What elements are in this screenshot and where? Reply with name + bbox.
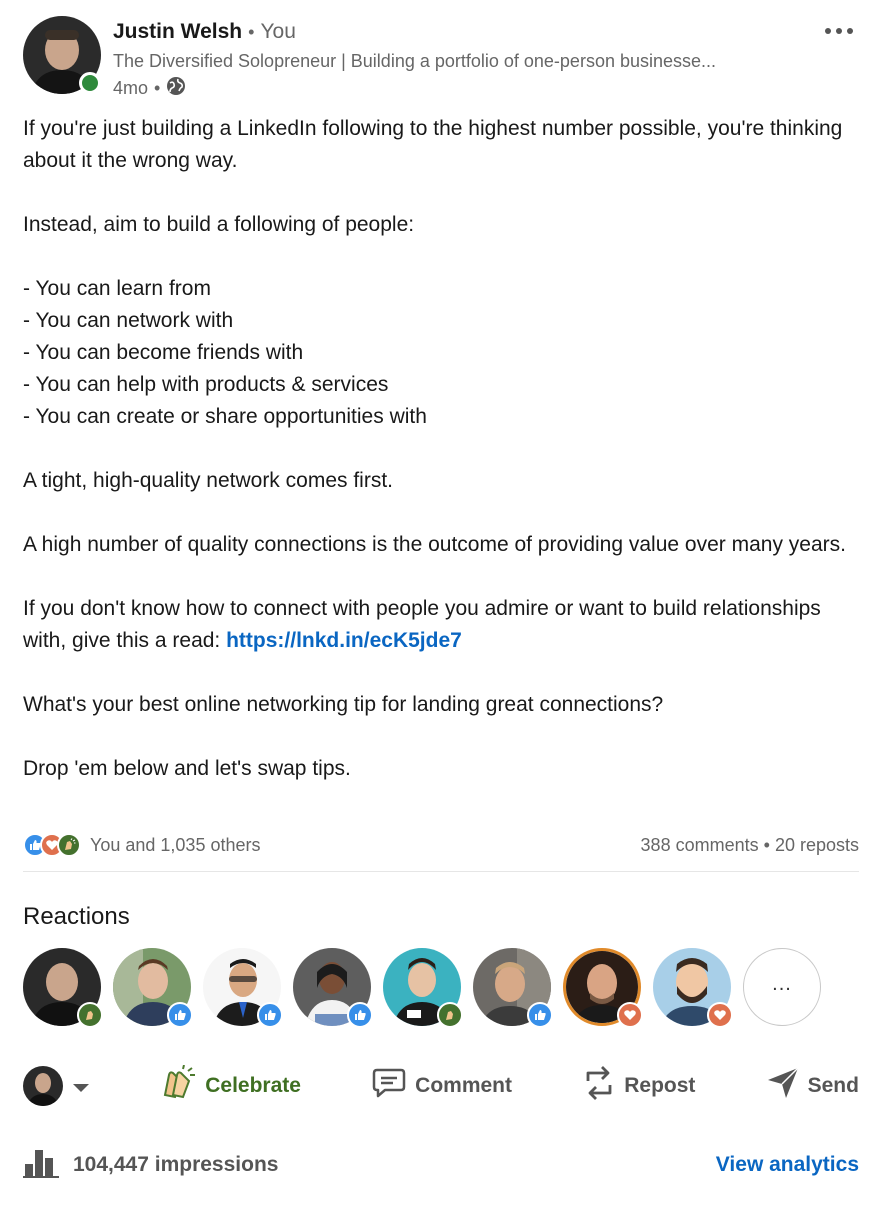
reactions-count: You and 1,035 others [90,834,261,855]
globe-icon [166,76,186,101]
social-counts: You and 1,035 others 388 comments • 20 r… [23,830,859,860]
author-headline: The Diversified Solopreneur | Building a… [113,51,717,71]
like-icon [257,1002,283,1028]
impressions[interactable]: 104,447 impressions [23,1146,278,1184]
celebrate-icon [57,833,81,857]
reactor-avatar[interactable] [293,948,373,1028]
reactor-avatar[interactable] [23,948,103,1028]
repost-label: Repost [624,1074,696,1097]
view-analytics-link[interactable]: View analytics [716,1153,859,1177]
reactions-title: Reactions [23,903,130,930]
analytics-bar-icon [23,1146,59,1184]
like-icon [527,1002,553,1028]
celebrate-label: Celebrate [205,1074,301,1097]
actor-selector[interactable] [23,1066,89,1106]
reposts-count[interactable]: 20 reposts [775,835,859,855]
send-icon [766,1066,800,1106]
love-icon [617,1002,643,1028]
online-status-icon [79,72,101,94]
celebrate-icon [437,1002,463,1028]
post-meta: 4mo • [113,76,186,101]
reactor-avatar[interactable] [383,948,463,1028]
comment-button[interactable]: Comment [371,1067,512,1105]
reactor-avatar[interactable] [563,948,643,1028]
author-name-line: Justin Welsh • You [113,20,296,44]
divider [23,871,859,872]
comments-count[interactable]: 388 comments [641,835,759,855]
send-button[interactable]: Send [766,1066,859,1106]
reactor-avatar[interactable] [653,948,733,1028]
separator-dot: • [154,78,161,98]
engagement-counts: 388 comments • 20 reposts [641,835,859,856]
reactions-summary[interactable]: You and 1,035 others [23,833,260,857]
reactor-avatar[interactable] [473,948,553,1028]
post-body: If you're just building a LinkedIn follo… [23,113,863,785]
post-actions: Celebrate Comment Repost Send [23,1058,859,1114]
reactor-avatar[interactable] [203,948,283,1028]
more-reactors-button[interactable]: ... [743,948,821,1026]
author-name[interactable]: Justin Welsh [113,20,242,43]
celebrate-button[interactable]: Celebrate [159,1064,301,1107]
comment-icon [371,1067,407,1105]
like-icon [167,1002,193,1028]
avatar [23,1066,63,1106]
author-relation: You [260,20,296,43]
post-link[interactable]: https://lnkd.in/ecK5jde7 [226,629,462,652]
repost-icon [582,1065,616,1107]
chevron-down-icon [73,1084,89,1092]
celebrate-icon [77,1002,103,1028]
impressions-count: 104,447 impressions [73,1153,279,1176]
love-icon [707,1002,733,1028]
post-text-end: What's your best online networking tip f… [23,693,664,780]
reactors-list: ... [23,948,821,1028]
celebrate-icon [159,1064,197,1107]
post-text: If you're just building a LinkedIn follo… [23,117,846,652]
repost-button[interactable]: Repost [582,1065,695,1107]
like-icon [347,1002,373,1028]
more-options-button[interactable] [819,20,859,42]
post-footer: 104,447 impressions View analytics [23,1148,859,1182]
reactor-avatar[interactable] [113,948,193,1028]
send-label: Send [807,1074,859,1097]
post-header: Justin Welsh • You The Diversified Solopre… [23,16,863,106]
comment-label: Comment [415,1074,512,1097]
post-time: 4mo [113,78,149,98]
separator-dot: • [763,834,775,855]
separator-dot: • [248,22,255,42]
